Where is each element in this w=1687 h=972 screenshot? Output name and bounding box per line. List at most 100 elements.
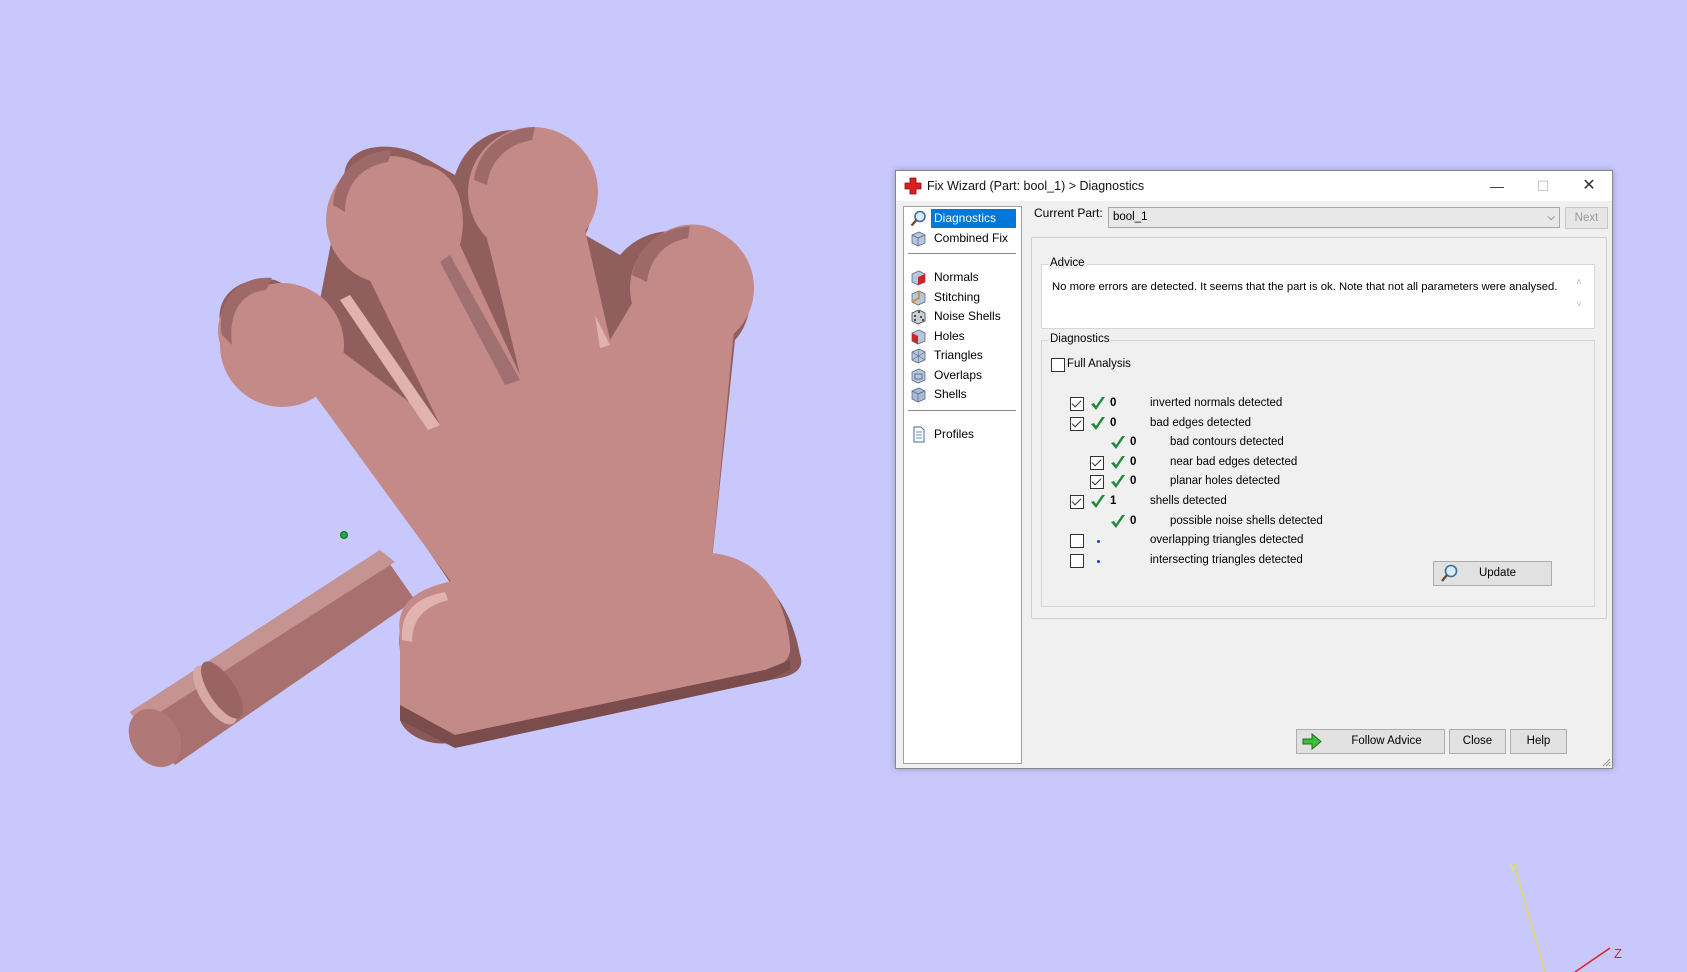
full-analysis-checkbox[interactable] bbox=[1051, 358, 1065, 372]
title-bar[interactable]: Fix Wizard (Part: bool_1) > Diagnostics … bbox=[896, 171, 1612, 201]
nav-item-label: Overlaps bbox=[934, 368, 983, 382]
nav-item-diagnostics[interactable]: Diagnostics bbox=[908, 209, 1016, 228]
advice-scrollbar[interactable]: ˄ ˅ bbox=[1572, 277, 1586, 323]
current-part-select[interactable]: bool_1 ⌵ bbox=[1108, 207, 1560, 228]
diagnostic-row: 0 near bad edges detected bbox=[1032, 454, 1592, 473]
dialog-title: Fix Wizard (Part: bool_1) > Diagnostics bbox=[927, 179, 1145, 193]
magnifier-icon bbox=[910, 210, 926, 227]
diagnostic-checkbox[interactable] bbox=[1090, 475, 1104, 490]
close-button[interactable]: Close bbox=[1449, 729, 1506, 754]
checkmark-icon bbox=[1111, 475, 1125, 489]
nav-item-label: Noise Shells bbox=[934, 309, 1001, 323]
diagnostics-title: Diagnostics bbox=[1048, 333, 1112, 345]
nav-item-triangles[interactable]: Triangles bbox=[908, 346, 1016, 365]
nav-divider bbox=[908, 410, 1016, 411]
follow-advice-button[interactable]: Follow Advice bbox=[1296, 729, 1445, 754]
shells-cube-icon bbox=[911, 387, 926, 403]
next-button[interactable]: Next bbox=[1565, 207, 1608, 229]
nav-item-label: Shells bbox=[934, 387, 967, 401]
noise-dice-icon bbox=[911, 309, 926, 325]
advice-text: No more errors are detected. It seems th… bbox=[1052, 281, 1558, 293]
nav-divider bbox=[908, 253, 1016, 254]
pivot-marker bbox=[340, 531, 348, 539]
resize-grip-icon[interactable] bbox=[1601, 757, 1611, 767]
diagnostic-count: 0 bbox=[1110, 397, 1117, 409]
minimize-button[interactable]: — bbox=[1474, 171, 1520, 201]
nav-item-label: Diagnostics bbox=[931, 209, 1016, 228]
holes-cube-icon bbox=[911, 329, 926, 345]
diagnostic-row: 0 bad contours detected bbox=[1032, 434, 1592, 453]
pending-dot-icon bbox=[1097, 559, 1100, 563]
document-icon bbox=[913, 426, 925, 443]
advice-title: Advice bbox=[1048, 257, 1087, 269]
axis-indicator: Y Z bbox=[1509, 862, 1622, 972]
diagnostic-label: intersecting triangles detected bbox=[1150, 553, 1303, 566]
diagnostic-row: 0 inverted normals detected bbox=[1032, 395, 1592, 414]
pending-dot-icon bbox=[1097, 540, 1100, 544]
axis-z-label: Z bbox=[1614, 946, 1622, 961]
diagnostic-label: possible noise shells detected bbox=[1170, 514, 1323, 527]
nav-item-stitching[interactable]: Stitching bbox=[908, 288, 1016, 307]
diagnostic-checkbox[interactable] bbox=[1070, 416, 1084, 431]
nav-item-profiles[interactable]: Profiles bbox=[908, 425, 1016, 444]
help-button[interactable]: Help bbox=[1510, 729, 1567, 754]
fix-wizard-dialog: Fix Wizard (Part: bool_1) > Diagnostics … bbox=[895, 170, 1613, 769]
diagnostic-count: 0 bbox=[1130, 455, 1137, 468]
advice-group: Advice No more errors are detected. It s… bbox=[1041, 257, 1595, 329]
nav-item-shells[interactable]: Shells bbox=[908, 385, 1016, 404]
diagnostic-row: overlapping triangles detected bbox=[1032, 532, 1592, 551]
checkmark-icon bbox=[1111, 514, 1125, 528]
nav-item-label: Triangles bbox=[934, 348, 983, 362]
diagnostic-label: overlapping triangles detected bbox=[1150, 534, 1304, 547]
nav-item-combined-fix[interactable]: Combined Fix bbox=[908, 229, 1016, 248]
current-part-label: Current Part: bbox=[1034, 206, 1103, 220]
diagnostic-checkbox[interactable] bbox=[1070, 553, 1084, 568]
diagnostic-count: 0 bbox=[1110, 416, 1117, 429]
checkmark-icon bbox=[1091, 495, 1105, 508]
nav-item-holes[interactable]: Holes bbox=[908, 327, 1016, 346]
window-close-button[interactable]: ✕ bbox=[1566, 171, 1612, 201]
current-part-value: bool_1 bbox=[1113, 211, 1148, 223]
green-arrow-icon bbox=[1302, 732, 1322, 751]
stitching-cube-icon bbox=[911, 290, 926, 306]
diagnostic-label: bad edges detected bbox=[1150, 416, 1252, 429]
diagnostic-row: 1 shells detected bbox=[1032, 493, 1592, 512]
follow-advice-label: Follow Advice bbox=[1351, 735, 1422, 747]
triangles-cube-icon bbox=[911, 348, 926, 364]
diagnostic-checkbox[interactable] bbox=[1070, 495, 1084, 509]
nav-item-overlaps[interactable]: Overlaps bbox=[908, 366, 1016, 385]
nav-item-normals[interactable]: Normals bbox=[908, 268, 1016, 287]
diagnostic-row: 0 bad edges detected bbox=[1032, 415, 1592, 434]
diagnostic-count: 0 bbox=[1130, 436, 1137, 449]
nav-item-noise-shells[interactable]: Noise Shells bbox=[908, 307, 1016, 326]
nav-item-label: Normals bbox=[934, 270, 979, 284]
diagnostic-label: planar holes detected bbox=[1170, 475, 1280, 488]
diagnostic-count: 1 bbox=[1110, 495, 1117, 507]
red-cross-icon bbox=[904, 177, 922, 195]
update-button[interactable]: Update bbox=[1433, 561, 1552, 586]
diagnostic-checkbox[interactable] bbox=[1070, 397, 1084, 411]
diagnostic-checkbox[interactable] bbox=[1090, 455, 1104, 470]
diagnostic-row: 0 possible noise shells detected bbox=[1032, 513, 1592, 532]
fix-wizard-nav: Diagnostics Combined Fix Normals Stitchi… bbox=[903, 206, 1022, 764]
diagnostic-label: inverted normals detected bbox=[1150, 397, 1283, 409]
diagnostic-checkbox[interactable] bbox=[1070, 534, 1084, 549]
normals-cube-icon bbox=[911, 270, 926, 286]
maximize-button[interactable]: ☐ bbox=[1520, 171, 1566, 201]
diagnostic-label: shells detected bbox=[1150, 495, 1227, 507]
nav-item-label: Stitching bbox=[934, 290, 981, 304]
diagnostic-row: 0 planar holes detected bbox=[1032, 473, 1592, 492]
overlaps-cube-icon bbox=[911, 368, 926, 384]
nav-item-label: Holes bbox=[934, 329, 965, 343]
diagnostic-count: 0 bbox=[1130, 514, 1137, 527]
diagnostic-label: bad contours detected bbox=[1170, 436, 1284, 449]
diagnostic-count: 0 bbox=[1130, 475, 1137, 488]
diagnostic-label: near bad edges detected bbox=[1170, 455, 1298, 468]
handle-cylinder bbox=[128, 550, 415, 768]
full-analysis-label: Full Analysis bbox=[1067, 358, 1131, 370]
chevron-down-icon: ⌵ bbox=[1547, 212, 1555, 223]
update-label: Update bbox=[1478, 567, 1517, 579]
checkmark-icon bbox=[1111, 455, 1125, 469]
checkmark-icon bbox=[1091, 416, 1105, 430]
checkmark-icon bbox=[1111, 436, 1125, 450]
